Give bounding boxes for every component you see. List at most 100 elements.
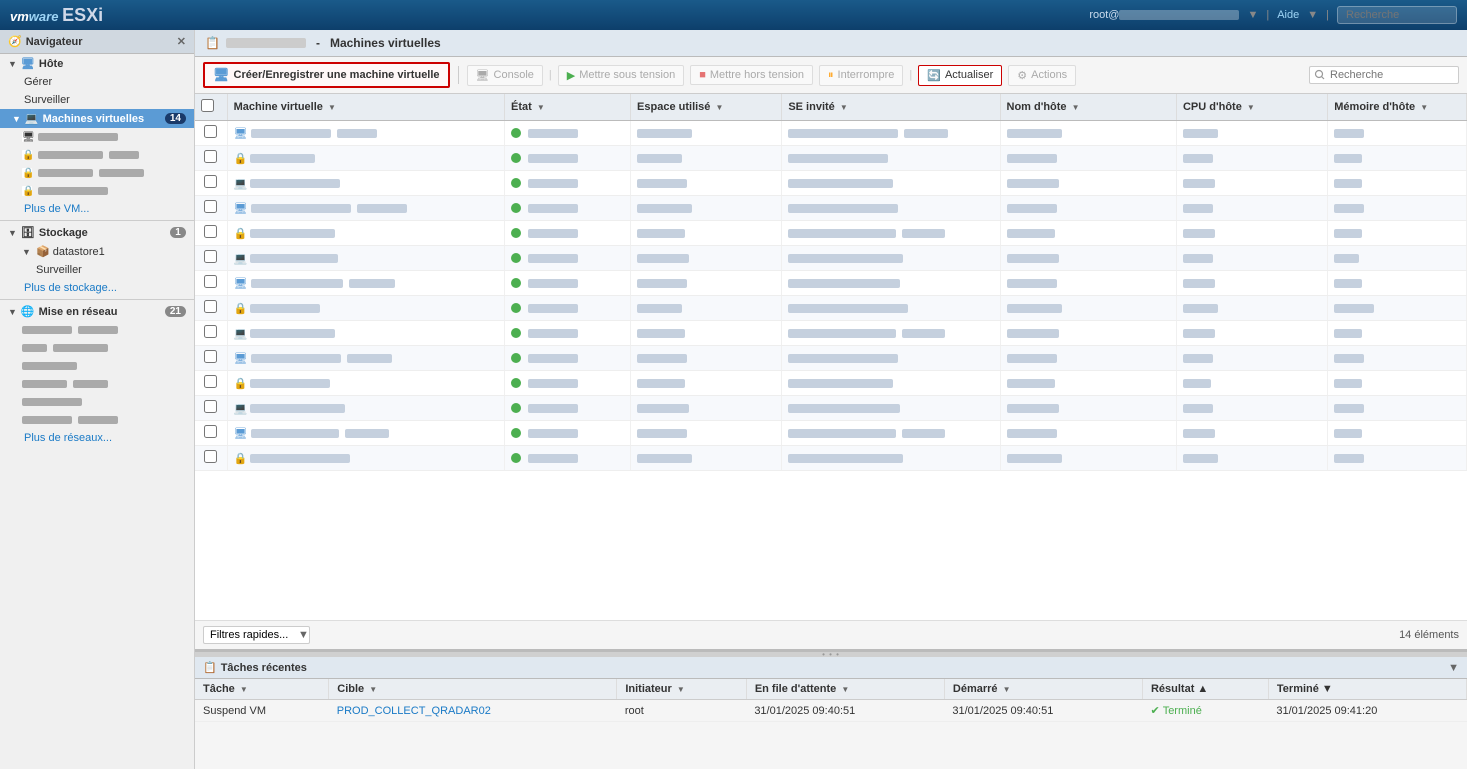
tasks-col-resultat[interactable]: Résultat ▲ bbox=[1142, 679, 1268, 700]
row-checkbox[interactable] bbox=[204, 400, 217, 413]
row-machine[interactable]: 🖥 bbox=[227, 196, 504, 221]
interrompre-button[interactable]: ⏸ Interrompre bbox=[819, 65, 903, 86]
row-checkbox[interactable] bbox=[204, 125, 217, 138]
tasks-col-termine[interactable]: Terminé ▼ bbox=[1268, 679, 1466, 700]
table-row[interactable]: 🔒 bbox=[195, 221, 1467, 246]
col-header-memoire[interactable]: Mémoire d'hôte ▼ bbox=[1328, 94, 1467, 121]
row-checkbox-cell[interactable] bbox=[195, 446, 227, 471]
sidebar-collapse-icon[interactable]: ✕ bbox=[177, 35, 186, 48]
col-header-check[interactable] bbox=[195, 94, 227, 121]
row-checkbox-cell[interactable] bbox=[195, 221, 227, 246]
sidebar-plus-reseaux[interactable]: Plus de réseaux... bbox=[0, 429, 194, 447]
row-checkbox-cell[interactable] bbox=[195, 121, 227, 146]
row-machine[interactable]: 🔒 bbox=[227, 296, 504, 321]
sidebar-item-surveiller[interactable]: Surveiller bbox=[0, 91, 194, 109]
row-machine[interactable]: 🖥 bbox=[227, 121, 504, 146]
tasks-col-demarre[interactable]: Démarré ▼ bbox=[944, 679, 1142, 700]
table-row[interactable]: 🖥 bbox=[195, 196, 1467, 221]
sidebar-vm-child-3[interactable]: 🔒 bbox=[0, 164, 194, 182]
row-checkbox[interactable] bbox=[204, 375, 217, 388]
row-machine[interactable]: 🖥 bbox=[227, 271, 504, 296]
actions-button[interactable]: ⚙ Actions bbox=[1008, 65, 1076, 86]
sidebar-surveiller-storage[interactable]: Surveiller bbox=[0, 261, 194, 279]
console-button[interactable]: 🖥 Console bbox=[467, 65, 543, 86]
sidebar-vm-child-1[interactable]: 🖥 bbox=[0, 128, 194, 146]
row-checkbox[interactable] bbox=[204, 175, 217, 188]
row-checkbox-cell[interactable] bbox=[195, 296, 227, 321]
sidebar-plus-vm[interactable]: Plus de VM... bbox=[0, 200, 194, 218]
sidebar-vm-child-2[interactable]: 🔒 bbox=[0, 146, 194, 164]
table-row[interactable]: 🔒 bbox=[195, 146, 1467, 171]
row-machine[interactable]: 💻 bbox=[227, 246, 504, 271]
row-checkbox-cell[interactable] bbox=[195, 321, 227, 346]
row-checkbox[interactable] bbox=[204, 425, 217, 438]
table-row[interactable]: 🖥 bbox=[195, 121, 1467, 146]
row-machine[interactable]: 🖥 bbox=[227, 346, 504, 371]
table-row[interactable]: 🖥 bbox=[195, 271, 1467, 296]
row-checkbox[interactable] bbox=[204, 225, 217, 238]
row-checkbox[interactable] bbox=[204, 250, 217, 263]
table-row[interactable]: 💻 bbox=[195, 171, 1467, 196]
table-row[interactable]: 🔒 bbox=[195, 371, 1467, 396]
table-row[interactable]: 🔒 bbox=[195, 446, 1467, 471]
row-checkbox[interactable] bbox=[204, 150, 217, 163]
sidebar-item-machines-virtuelles[interactable]: ▼ 💻 Machines virtuelles 14 bbox=[0, 109, 194, 128]
sidebar-net-child-1[interactable] bbox=[0, 321, 194, 339]
col-header-etat[interactable]: État ▼ bbox=[504, 94, 630, 121]
row-checkbox[interactable] bbox=[204, 450, 217, 463]
sidebar-net-child-6[interactable] bbox=[0, 411, 194, 429]
filtres-rapides-select[interactable]: Filtres rapides... bbox=[203, 626, 310, 644]
row-machine[interactable]: 💻 bbox=[227, 396, 504, 421]
select-all-checkbox[interactable] bbox=[201, 99, 214, 112]
row-machine[interactable]: 🔒 bbox=[227, 371, 504, 396]
sidebar-net-child-2[interactable] bbox=[0, 339, 194, 357]
row-checkbox-cell[interactable] bbox=[195, 196, 227, 221]
tasks-col-initiateur[interactable]: Initiateur ▼ bbox=[617, 679, 746, 700]
sidebar-datastore-group[interactable]: ▼ 📦 datastore1 bbox=[0, 242, 194, 261]
table-row[interactable]: 💻 bbox=[195, 321, 1467, 346]
row-checkbox[interactable] bbox=[204, 325, 217, 338]
tasks-col-cible[interactable]: Cible ▼ bbox=[329, 679, 617, 700]
sidebar-item-hote[interactable]: ▼ 🖥 Hôte bbox=[0, 54, 194, 73]
sidebar-net-child-4[interactable] bbox=[0, 375, 194, 393]
row-checkbox-cell[interactable] bbox=[195, 171, 227, 196]
row-checkbox-cell[interactable] bbox=[195, 146, 227, 171]
sidebar-item-gerer[interactable]: Gérer bbox=[0, 73, 194, 91]
mettre-hors-tension-button[interactable]: ■ Mettre hors tension bbox=[690, 65, 813, 85]
col-header-machine[interactable]: Machine virtuelle ▼ bbox=[227, 94, 504, 121]
table-row[interactable]: 💻 bbox=[195, 246, 1467, 271]
task-target[interactable]: PROD_COLLECT_QRADAR02 bbox=[329, 700, 617, 722]
table-row[interactable]: 🖥 bbox=[195, 346, 1467, 371]
row-checkbox[interactable] bbox=[204, 300, 217, 313]
table-row[interactable]: 💻 bbox=[195, 396, 1467, 421]
row-checkbox-cell[interactable] bbox=[195, 421, 227, 446]
sidebar-plus-stockage[interactable]: Plus de stockage... bbox=[0, 279, 194, 297]
sidebar-vm-child-4[interactable]: 🔒 bbox=[0, 182, 194, 200]
row-checkbox-cell[interactable] bbox=[195, 346, 227, 371]
row-machine[interactable]: 🔒 bbox=[227, 221, 504, 246]
sidebar-item-stockage[interactable]: ▼ 🗄 Stockage 1 bbox=[0, 223, 194, 242]
header-search-input[interactable] bbox=[1337, 6, 1457, 24]
mettre-sous-tension-button[interactable]: ▶ Mettre sous tension bbox=[558, 65, 684, 86]
row-machine[interactable]: 💻 bbox=[227, 171, 504, 196]
table-row[interactable]: 🔒 bbox=[195, 296, 1467, 321]
row-machine[interactable]: 💻 bbox=[227, 321, 504, 346]
row-checkbox[interactable] bbox=[204, 275, 217, 288]
row-checkbox[interactable] bbox=[204, 200, 217, 213]
sidebar-net-child-3[interactable] bbox=[0, 357, 194, 375]
row-checkbox-cell[interactable] bbox=[195, 271, 227, 296]
actualiser-button[interactable]: 🔄 Actualiser bbox=[918, 65, 1002, 86]
row-checkbox-cell[interactable] bbox=[195, 396, 227, 421]
tasks-col-tache[interactable]: Tâche ▼ bbox=[195, 679, 329, 700]
row-machine[interactable]: 🔒 bbox=[227, 446, 504, 471]
row-machine[interactable]: 🔒 bbox=[227, 146, 504, 171]
table-search-input[interactable] bbox=[1309, 66, 1459, 84]
create-vm-button[interactable]: 🖥 Créer/Enregistrer une machine virtuell… bbox=[203, 62, 450, 88]
table-row[interactable]: 🖥 bbox=[195, 421, 1467, 446]
col-header-hote[interactable]: Nom d'hôte ▼ bbox=[1000, 94, 1176, 121]
sidebar-net-child-5[interactable] bbox=[0, 393, 194, 411]
aide-menu[interactable]: Aide bbox=[1277, 9, 1299, 21]
row-checkbox-cell[interactable] bbox=[195, 371, 227, 396]
row-machine[interactable]: 🖥 bbox=[227, 421, 504, 446]
row-checkbox-cell[interactable] bbox=[195, 246, 227, 271]
